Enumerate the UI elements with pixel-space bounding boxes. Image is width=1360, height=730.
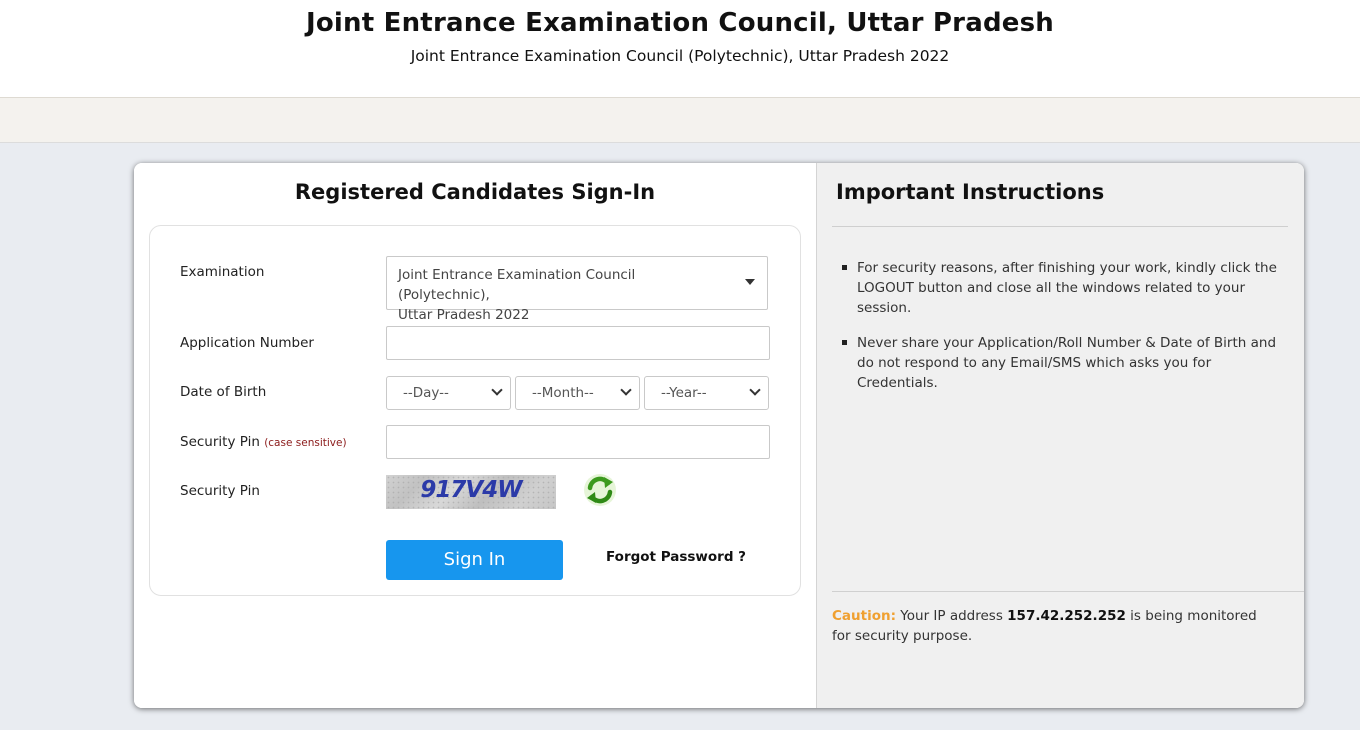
- instructions-title: Important Instructions: [836, 180, 1105, 204]
- dob-month-value: --Month--: [532, 385, 594, 401]
- instructions-divider: [832, 226, 1288, 227]
- application-number-input[interactable]: [386, 326, 770, 360]
- site-header: Joint Entrance Examination Council, Utta…: [0, 0, 1360, 98]
- captcha-label: Security Pin: [180, 483, 260, 499]
- caution-text-pre: Your IP address: [900, 608, 1003, 624]
- instructions-list: For security reasons, after finishing yo…: [841, 258, 1287, 408]
- instruction-item: For security reasons, after finishing yo…: [841, 258, 1287, 318]
- site-subtitle: Joint Entrance Examination Council (Poly…: [410, 47, 950, 65]
- nav-band: [0, 98, 1360, 143]
- dob-month-select[interactable]: --Month--: [515, 376, 640, 410]
- chevron-down-icon: [749, 384, 761, 396]
- security-pin-input[interactable]: [386, 425, 770, 459]
- square-bullet-icon: [842, 340, 847, 345]
- application-number-label: Application Number: [180, 335, 314, 351]
- examination-select-value-line2: Uttar Pradesh 2022: [398, 307, 530, 323]
- chevron-down-icon: [620, 384, 632, 396]
- instructions-pane: Important Instructions For security reas…: [816, 163, 1304, 708]
- dob-day-value: --Day--: [403, 385, 449, 401]
- ip-address: 157.42.252.252: [1007, 608, 1126, 624]
- caret-down-icon: [745, 279, 755, 285]
- security-pin-label-text: Security Pin: [180, 434, 260, 450]
- instruction-text: Never share your Application/Roll Number…: [857, 335, 1277, 391]
- instruction-text: For security reasons, after finishing yo…: [857, 260, 1277, 316]
- caution-message: Caution: Your IP address 157.42.252.252 …: [832, 606, 1272, 646]
- chevron-down-icon: [491, 384, 503, 396]
- refresh-icon[interactable]: [582, 472, 618, 508]
- captcha-code: 917V4W: [420, 477, 522, 503]
- captcha-image: 917V4W: [386, 475, 556, 509]
- security-pin-label: Security Pin (case sensitive): [180, 434, 347, 450]
- signin-card: Registered Candidates Sign-In Examinatio…: [134, 163, 1304, 708]
- sign-in-button[interactable]: Sign In: [386, 540, 563, 580]
- examination-label: Examination: [180, 264, 265, 280]
- caution-divider: [832, 591, 1304, 592]
- signin-pane: Registered Candidates Sign-In Examinatio…: [134, 163, 816, 708]
- signin-title: Registered Candidates Sign-In: [294, 180, 656, 204]
- case-sensitive-hint: (case sensitive): [264, 437, 347, 449]
- dob-year-value: --Year--: [661, 385, 707, 401]
- dob-day-select[interactable]: --Day--: [386, 376, 511, 410]
- instruction-item: Never share your Application/Roll Number…: [841, 333, 1287, 393]
- examination-select[interactable]: Joint Entrance Examination Council (Poly…: [386, 256, 768, 323]
- dob-year-select[interactable]: --Year--: [644, 376, 769, 410]
- caution-label: Caution:: [832, 608, 896, 624]
- examination-select-value-line1: Joint Entrance Examination Council (Poly…: [398, 267, 636, 303]
- site-title: Joint Entrance Examination Council, Utta…: [306, 8, 1054, 38]
- forgot-password-link[interactable]: Forgot Password ?: [606, 549, 746, 565]
- date-of-birth-label: Date of Birth: [180, 384, 267, 400]
- square-bullet-icon: [842, 265, 847, 270]
- signin-form: Examination Joint Entrance Examination C…: [149, 225, 801, 596]
